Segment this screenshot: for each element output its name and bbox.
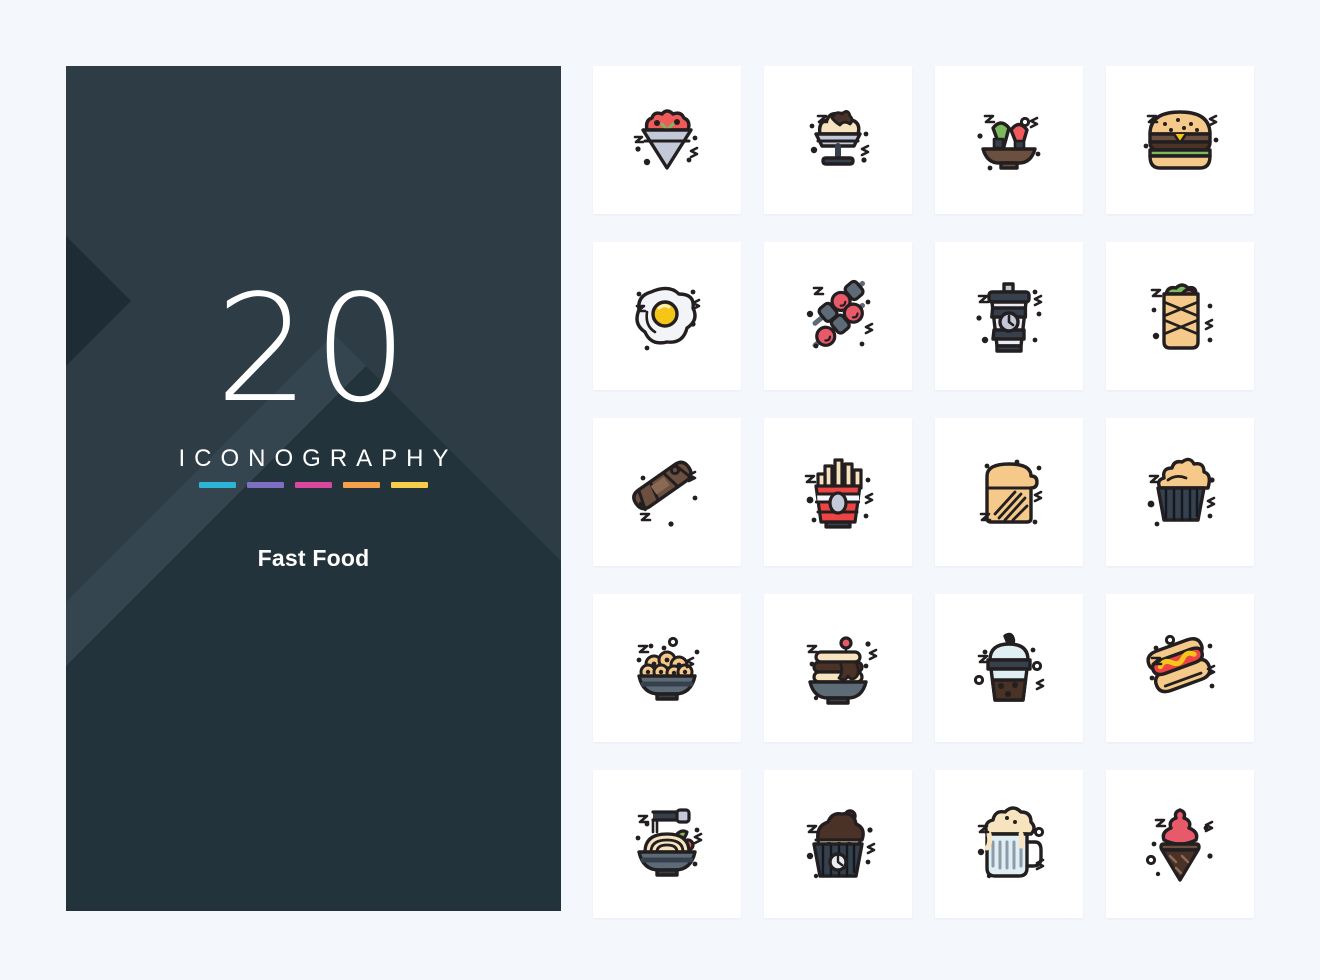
icon-card-onigiri-bowl[interactable]	[935, 66, 1083, 214]
icon-card-french-fries[interactable]	[764, 418, 912, 566]
cover-subtitle: Fast Food	[257, 545, 370, 572]
purple-bar	[247, 482, 284, 489]
icon-card-cupcake[interactable]	[764, 770, 912, 918]
icon-card-ice-cream-sundae[interactable]	[764, 66, 912, 214]
icon-card-cereal-bowl[interactable]	[593, 594, 741, 742]
icon-card-bubble-tea[interactable]	[935, 594, 1083, 742]
poster-root: 20 ICONOGRAPHY Fast Food	[0, 0, 1320, 980]
cyan-bar	[199, 482, 236, 489]
icon-card-burrito-wrap[interactable]	[1106, 242, 1254, 390]
icon-card-hot-dog[interactable]	[1106, 594, 1254, 742]
icon-card-bread-slice[interactable]	[935, 418, 1083, 566]
orange-bar	[343, 482, 380, 489]
icon-card-coffee-cup[interactable]	[935, 242, 1083, 390]
icon-card-noodle-bowl[interactable]	[593, 770, 741, 918]
icon-card-fried-egg[interactable]	[593, 242, 741, 390]
icon-card-croissant[interactable]	[593, 418, 741, 566]
pink-bar	[295, 482, 332, 489]
icon-count: 20	[215, 263, 412, 435]
accent-bar-row	[199, 482, 428, 489]
icon-card-salad-bowl[interactable]	[593, 66, 741, 214]
cover-heading: ICONOGRAPHY	[178, 445, 458, 473]
icon-card-hamburger[interactable]	[1106, 66, 1254, 214]
icon-card-beer-mug[interactable]	[935, 770, 1083, 918]
icon-card-meat-skewers[interactable]	[764, 242, 912, 390]
icon-card-ice-cream-cone[interactable]	[1106, 770, 1254, 918]
cover-panel: 20 ICONOGRAPHY Fast Food	[66, 66, 561, 911]
icon-card-popcorn-cup[interactable]	[1106, 418, 1254, 566]
yellow-bar	[391, 482, 428, 489]
icon-grid	[593, 66, 1254, 918]
icon-card-pancake-stack[interactable]	[764, 594, 912, 742]
